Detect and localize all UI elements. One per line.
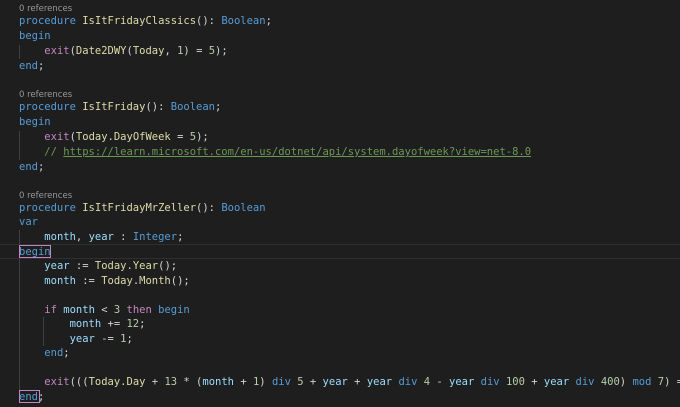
variable: year xyxy=(543,376,570,388)
variable: month xyxy=(63,304,95,316)
keyword: exit xyxy=(44,45,70,57)
keyword: div xyxy=(271,376,291,388)
keyword: div xyxy=(398,376,418,388)
keyword: div xyxy=(575,376,595,388)
keyword: div xyxy=(480,376,500,388)
function-name: Today xyxy=(75,131,108,143)
keyword: exit xyxy=(44,376,70,388)
keyword: begin xyxy=(158,304,190,316)
function-name: Today xyxy=(132,45,165,57)
variable: month xyxy=(44,231,76,243)
variable: year xyxy=(69,333,95,345)
keyword: procedure xyxy=(19,15,76,27)
comment-link[interactable]: https://learn.microsoft.com/en-us/dotnet… xyxy=(63,146,531,158)
variable: year xyxy=(449,376,475,388)
function-name: Year xyxy=(132,260,159,272)
function-name: Month xyxy=(139,275,171,287)
keyword: begin xyxy=(19,30,51,42)
variable: month xyxy=(202,376,234,388)
function-name: Today xyxy=(94,260,127,272)
current-line-highlight xyxy=(0,244,680,259)
keyword: if xyxy=(44,304,57,316)
type-name: Boolean xyxy=(170,101,216,113)
function-name: DayOfWeek xyxy=(113,131,171,143)
keyword: end xyxy=(19,391,38,403)
code-editor[interactable]: 0 references procedure IsItFridayClassic… xyxy=(0,0,680,407)
function-name: IsItFriday xyxy=(82,101,146,113)
keyword: procedure xyxy=(19,101,76,113)
function-name: IsItFridayClassics xyxy=(82,15,197,27)
number: 13 xyxy=(164,376,178,388)
keyword: end xyxy=(44,347,64,359)
variable: year xyxy=(88,231,114,243)
function-name: Day xyxy=(126,376,146,388)
type-name: Integer xyxy=(132,231,178,243)
function-name: IsItFridayMrZeller xyxy=(82,202,197,214)
keyword: end xyxy=(19,60,38,72)
variable: year xyxy=(44,260,70,272)
variable: year xyxy=(322,376,348,388)
variable: month xyxy=(69,318,102,330)
keyword: mod xyxy=(632,376,652,388)
keyword: then xyxy=(126,304,152,316)
keyword: begin xyxy=(19,116,51,128)
number: 12 xyxy=(126,318,140,330)
comment: // xyxy=(44,146,64,158)
function-name: Date2DWY xyxy=(75,45,127,57)
keyword: end xyxy=(19,161,38,173)
keyword: procedure xyxy=(19,202,76,214)
type-name: Boolean xyxy=(221,15,266,27)
variable: year xyxy=(366,376,393,388)
function-name: Today xyxy=(88,376,121,388)
variable: month xyxy=(44,275,76,287)
keyword: var xyxy=(19,216,38,228)
function-name: Today xyxy=(101,275,133,287)
number: 400 xyxy=(600,376,620,388)
number: 100 xyxy=(505,376,525,388)
keyword: exit xyxy=(44,131,70,143)
type-name: Boolean xyxy=(221,202,266,214)
keyword: begin xyxy=(19,246,51,258)
